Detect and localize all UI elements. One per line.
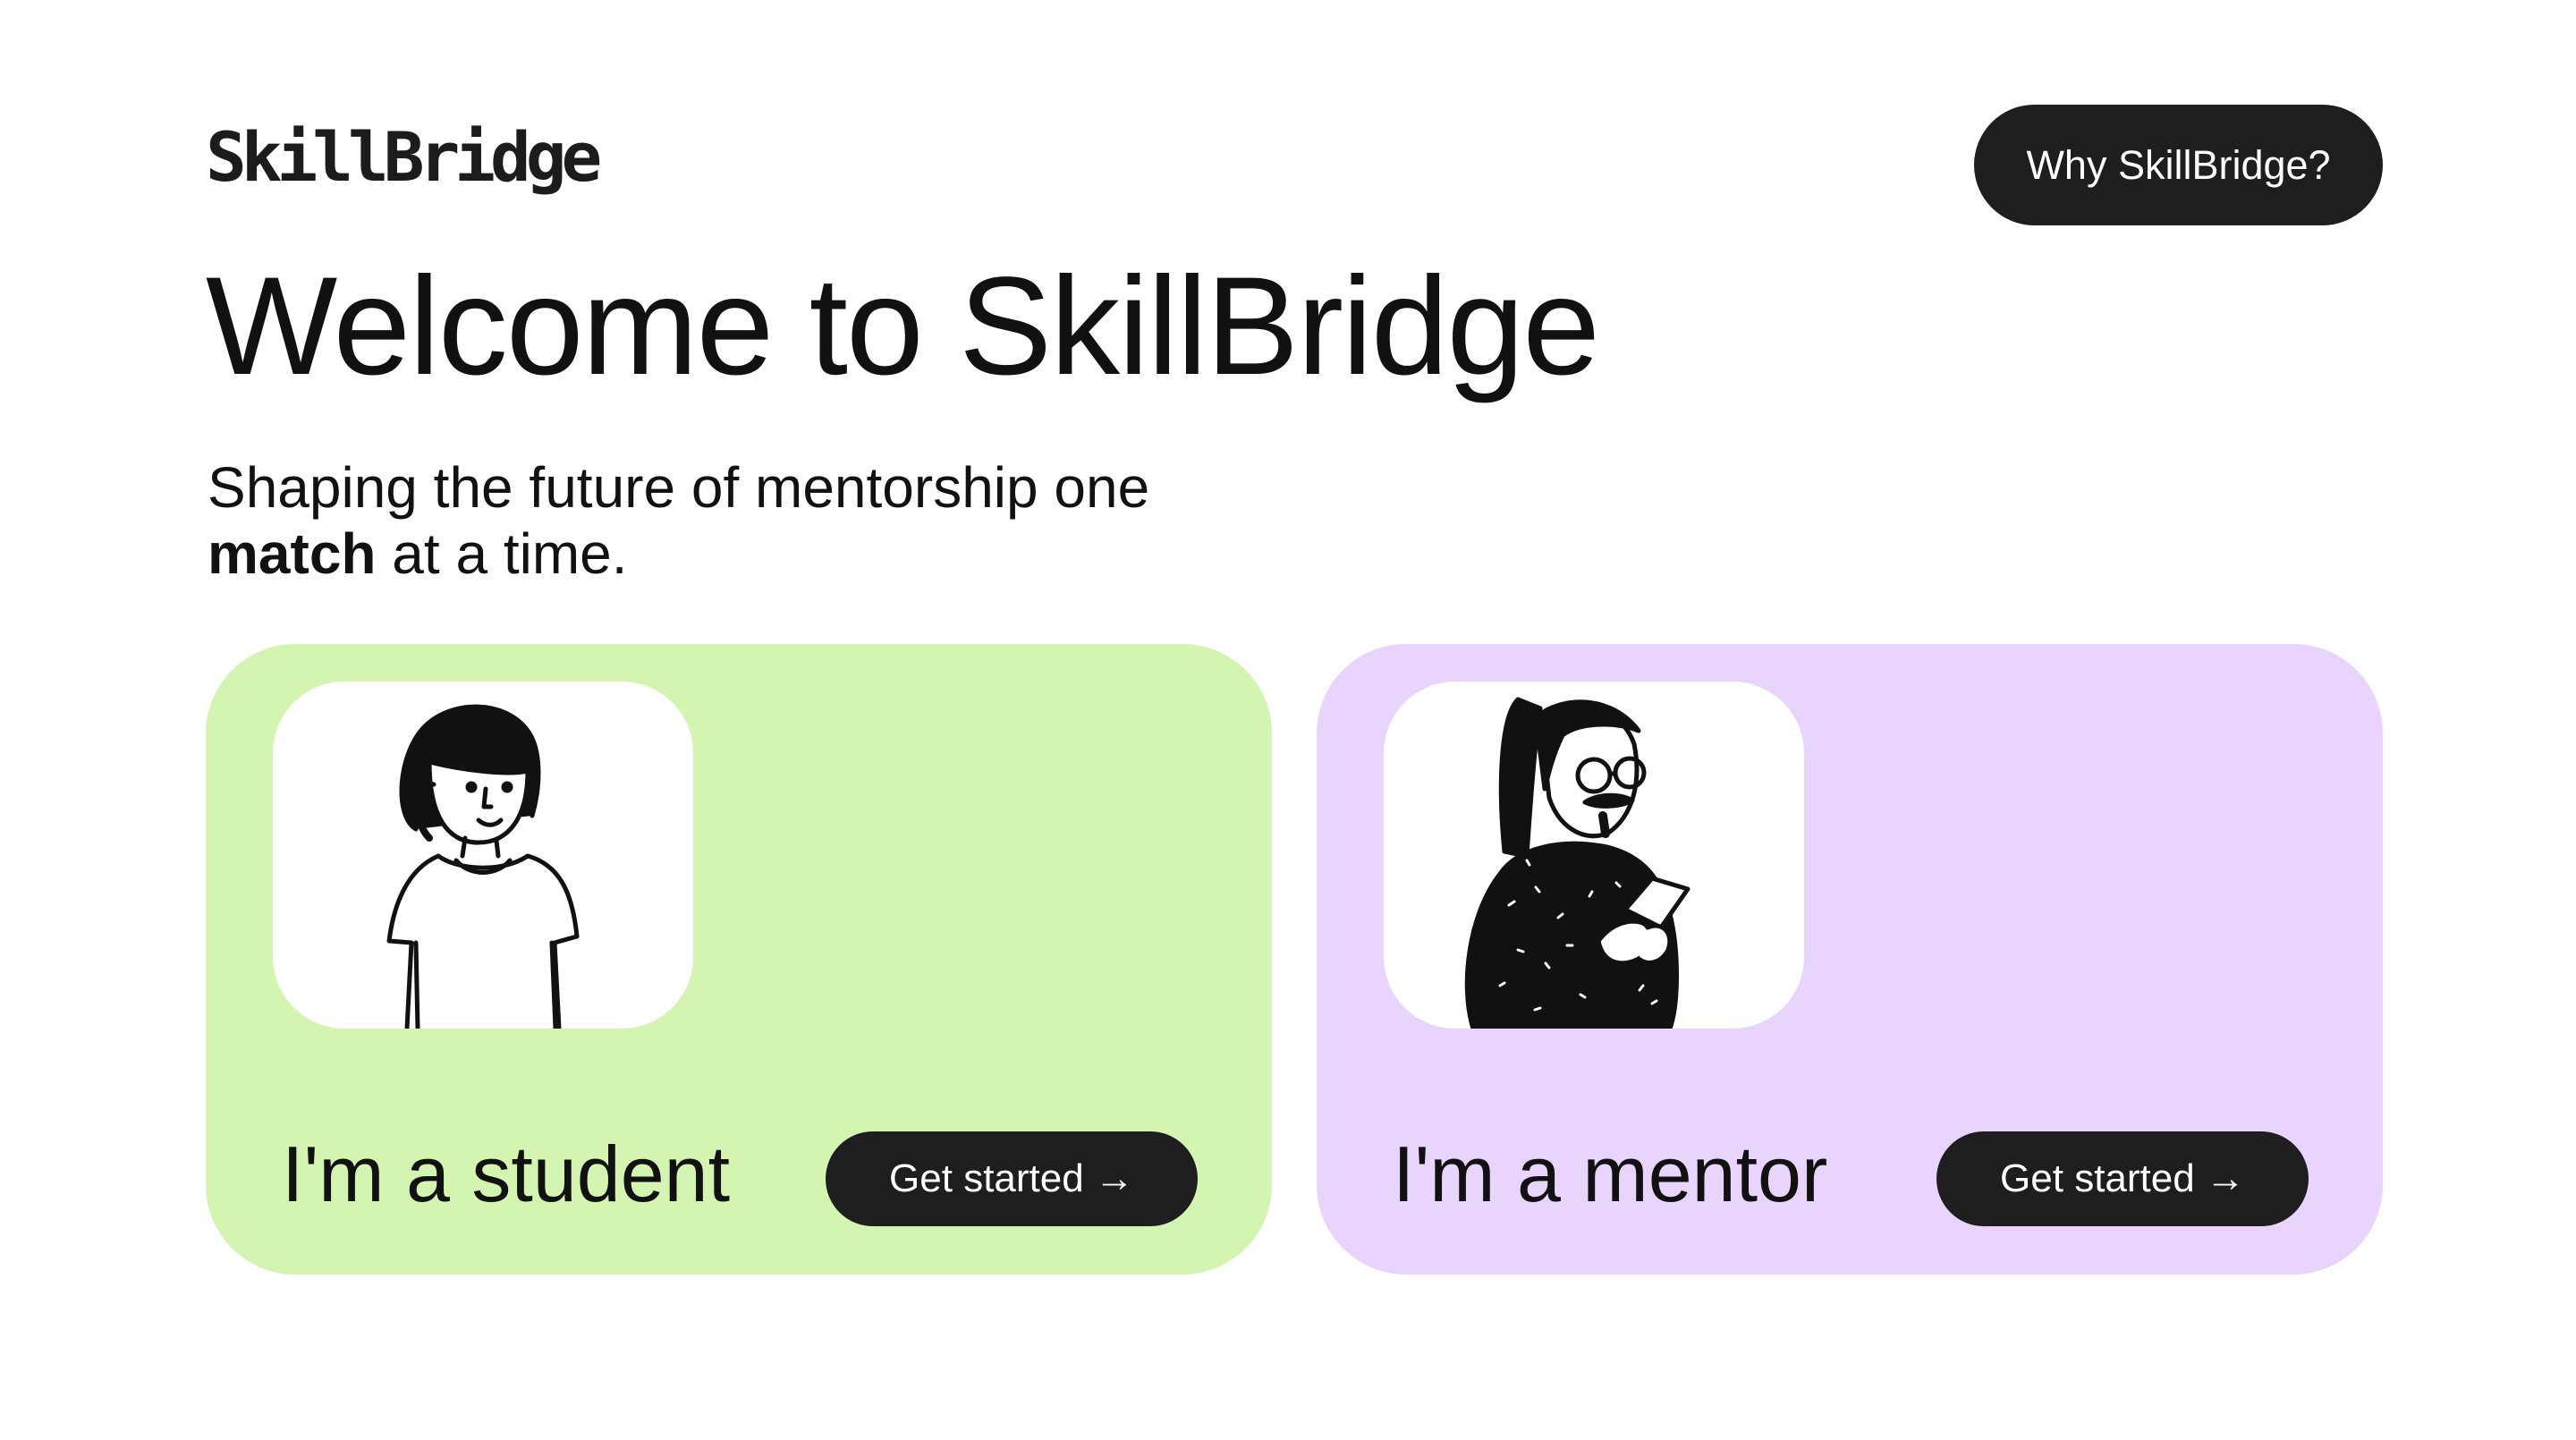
mentor-illustration (1384, 682, 1804, 1029)
logo[interactable]: SkillBridge (206, 123, 602, 191)
mentor-avatar-icon (1464, 697, 1690, 1029)
subtitle-bold-word: match (208, 521, 377, 586)
student-card-title: I'm a student (282, 1130, 731, 1218)
subtitle-line-1: Shaping the future of mentorship one (208, 455, 1150, 520)
mentor-card[interactable]: I'm a mentor Get started → (1317, 644, 2383, 1275)
hero-subtitle: Shaping the future of mentorship one mat… (208, 454, 1370, 587)
landing-page: SkillBridge Why SkillBridge? Welcome to … (0, 0, 2576, 1440)
student-illustration (273, 682, 693, 1029)
mentor-get-started-button[interactable]: Get started → (1936, 1131, 2309, 1226)
page-title: Welcome to SkillBridge (206, 249, 1600, 404)
student-card[interactable]: I'm a student Get started → (206, 644, 1272, 1275)
student-avatar-icon (386, 704, 580, 1029)
student-get-started-button[interactable]: Get started → (826, 1131, 1198, 1226)
why-skillbridge-button[interactable]: Why SkillBridge? (1974, 105, 2383, 225)
mentor-card-title: I'm a mentor (1393, 1130, 1828, 1218)
subtitle-line-2: at a time. (376, 521, 628, 586)
